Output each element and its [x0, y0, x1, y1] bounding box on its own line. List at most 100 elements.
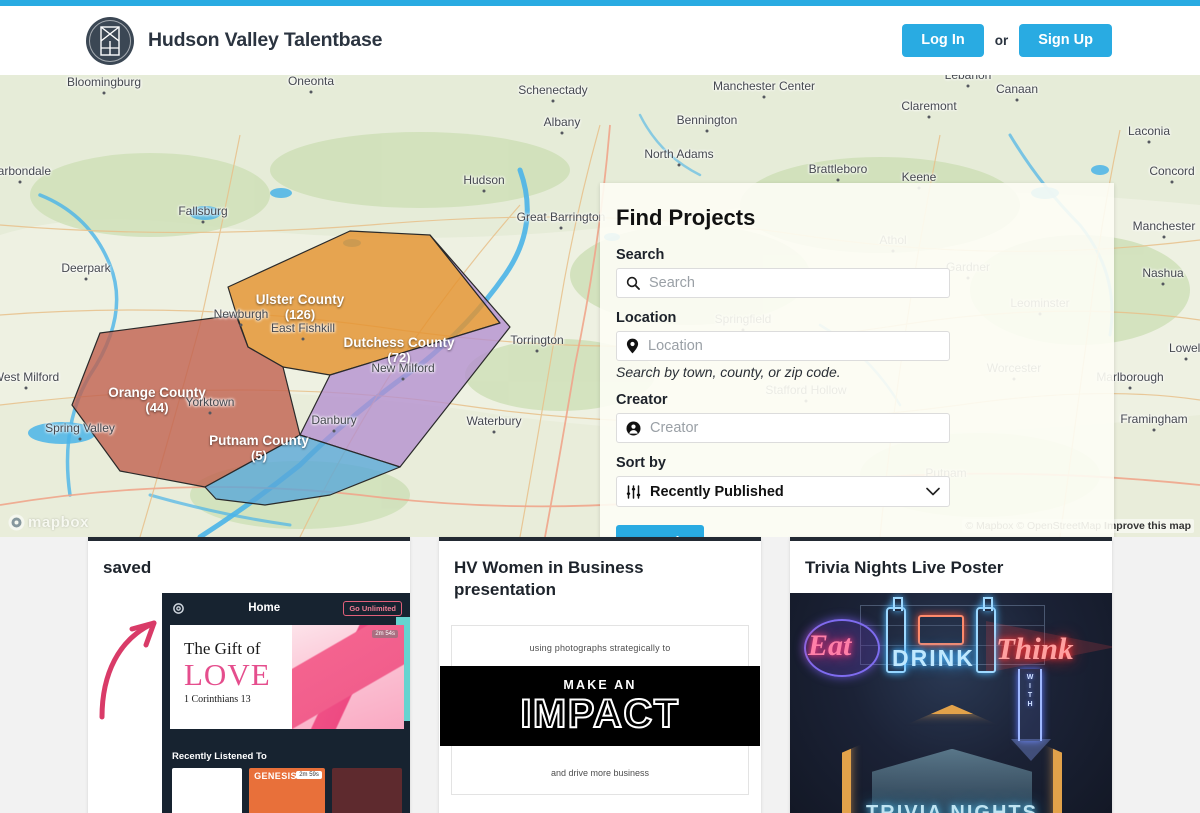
project-card[interactable]: HV Women in Business presentation using …: [439, 537, 761, 813]
mapbox-wordmark: mapbox: [28, 514, 90, 531]
map-city-dot: [1152, 428, 1156, 432]
project-card[interactable]: Trivia Nights Live Poster Eat DRINK Thin…: [790, 537, 1112, 813]
map-pin-icon: [626, 338, 639, 354]
neon-word-think: Think: [996, 630, 1074, 666]
map-city-dot: [401, 377, 405, 381]
mockup-banner: The Gift of LOVE 1 Corinthians 13 2m 54s: [170, 624, 404, 729]
mockup-banner-duration: 2m 54s: [372, 629, 398, 638]
chevron-down-icon: [926, 487, 940, 496]
slide-mockup: using photographs strategically to MAKE …: [439, 615, 761, 813]
map-city-dot: [1015, 98, 1019, 102]
mockup-tile-row: GENESIS 2m 59s: [162, 767, 410, 813]
neon-with-w: W: [1026, 673, 1034, 681]
creator-input[interactable]: Creator: [616, 413, 950, 443]
project-card-list: saved Home Go Unlimited The Gift of LOVE…: [0, 537, 1200, 813]
mockup-banner-art: [292, 624, 404, 729]
map-city-dot: [208, 411, 212, 415]
neon-bottle-icon: [976, 596, 996, 673]
location-field-label: Location: [616, 310, 677, 326]
map-city-dot: [762, 95, 766, 99]
improve-map-link[interactable]: Improve this map: [1104, 520, 1191, 532]
magnifier-icon: [626, 276, 640, 290]
slide-top-line: using photographs strategically to: [529, 642, 671, 653]
brand-logo-link[interactable]: Hudson Valley Talentbase: [86, 16, 383, 65]
map-city-dot: [535, 349, 539, 353]
project-card-title: HV Women in Business presentation: [454, 558, 644, 599]
mockup-tile-duration: 2m 59s: [296, 770, 322, 779]
map-city-dot: [332, 429, 336, 433]
slide-headline-band: MAKE AN IMPACT: [440, 665, 760, 746]
map-city-dot: [309, 90, 313, 94]
creator-field-label: Creator: [616, 392, 668, 408]
map-city-dot: [1147, 140, 1151, 144]
map-region[interactable]: Ulster County (126) Dutchess County (72)…: [0, 75, 1200, 537]
sliders-icon: [626, 484, 641, 499]
map-city-dot: [78, 437, 82, 441]
search-field-label: Search: [616, 247, 665, 263]
project-card-title: saved: [103, 558, 152, 577]
project-card-thumbnail: using photographs strategically to MAKE …: [439, 614, 761, 813]
mockup-banner-line2: LOVE: [184, 656, 271, 692]
project-card-thumbnail: Home Go Unlimited The Gift of LOVE 1 Cor…: [88, 592, 410, 813]
marquee-title: TRIVIA NIGHTS: [866, 801, 1038, 813]
site-header: Hudson Valley Talentbase Log In or Sign …: [0, 6, 1200, 75]
map-city-dot: [559, 226, 563, 230]
location-input-placeholder: Location: [648, 338, 703, 354]
find-projects-panel: Find Projects Search Search Location Loc…: [600, 183, 1114, 537]
mockup-tile: [331, 767, 403, 813]
curved-arrow-icon: [99, 620, 157, 720]
neon-word-eat: Eat: [808, 628, 852, 662]
search-input[interactable]: Search: [616, 268, 950, 298]
map-city-dot: [239, 323, 243, 327]
mapbox-logo-icon[interactable]: mapbox: [8, 514, 89, 531]
page-root: Hudson Valley Talentbase Log In or Sign …: [0, 0, 1200, 813]
signup-button[interactable]: Sign Up: [1019, 23, 1112, 58]
mockup-banner-line1: The Gift of: [184, 638, 261, 658]
slide-headline-small: MAKE AN: [563, 677, 637, 692]
mockup-banner-line3: 1 Corinthians 13: [184, 693, 251, 705]
map-city-dot: [18, 180, 22, 184]
slide-bottom-line: and drive more business: [550, 767, 650, 778]
creator-input-placeholder: Creator: [650, 420, 699, 436]
map-city-dot: [1161, 282, 1165, 286]
sort-by-select[interactable]: Recently Published: [616, 476, 950, 507]
neon-cake-icon: [918, 614, 964, 645]
location-input[interactable]: Location: [616, 331, 950, 361]
bridge-tower-logo-icon: [86, 16, 134, 65]
map-city-dot: [201, 220, 205, 224]
slide-headline-big: IMPACT: [519, 691, 680, 736]
sort-by-value: Recently Published: [650, 483, 784, 500]
map-city-dot: [1184, 357, 1188, 361]
neon-word-drink: DRINK: [892, 644, 975, 671]
mobile-app-mockup: Home Go Unlimited The Gift of LOVE 1 Cor…: [162, 592, 410, 813]
gear-icon: [173, 602, 184, 614]
map-city-dot: [927, 115, 931, 119]
map-city-dot: [1128, 386, 1132, 390]
map-city-dot: [301, 337, 305, 341]
mockup-section-heading: Recently Listened To: [172, 750, 267, 762]
mockup-nav-title: Home: [248, 602, 281, 615]
map-city-dot: [482, 189, 486, 193]
map-city-dot: [84, 277, 88, 281]
search-input-placeholder: Search: [649, 275, 695, 291]
map-city-dot: [1162, 235, 1166, 239]
map-city-dot: [560, 131, 564, 135]
auth-separator-label: or: [994, 33, 1009, 48]
map-city-dot: [492, 430, 496, 434]
location-hint: Search by town, county, or zip code.: [616, 364, 841, 380]
map-city-dot: [836, 178, 840, 182]
login-button[interactable]: Log In: [902, 23, 984, 58]
auth-actions: Log In or Sign Up: [902, 23, 1112, 58]
mockup-tile: [172, 767, 243, 813]
project-card-title: Trivia Nights Live Poster: [805, 558, 1004, 577]
map-city-dot: [966, 84, 970, 88]
project-card[interactable]: saved Home Go Unlimited The Gift of LOVE…: [88, 537, 410, 813]
map-city-dot: [24, 386, 28, 390]
search-submit-button[interactable]: Search: [616, 525, 705, 537]
map-city-dot: [677, 163, 681, 167]
neon-with-i: I: [1029, 682, 1031, 690]
map-city-dot: [705, 129, 709, 133]
neon-with-t: T: [1027, 691, 1033, 699]
user-circle-icon: [626, 421, 641, 435]
map-city-dot: [551, 99, 555, 103]
